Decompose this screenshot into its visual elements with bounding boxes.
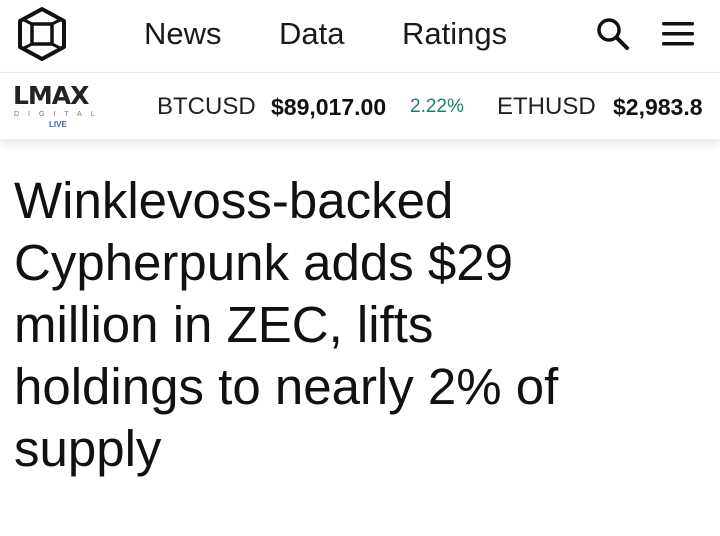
headline-line: Cypherpunk adds $29 xyxy=(14,234,514,291)
logo-icon[interactable] xyxy=(14,6,70,62)
page: News Data Ratings LMAX DIGITAL LIVE BTCU… xyxy=(0,0,720,536)
price-ticker: LMAX DIGITAL LIVE BTCUSD $89,017.00 2.22… xyxy=(0,72,720,139)
search-icon[interactable] xyxy=(596,17,630,51)
headline-line: holdings to nearly 2% of xyxy=(14,358,559,415)
headline-line: Winklevoss-backed xyxy=(14,172,454,229)
lmax-digital-text: DIGITAL xyxy=(14,111,104,118)
ticker-price-ethusd: $2,983.8 xyxy=(613,94,703,120)
headline-line: supply xyxy=(14,420,162,477)
top-navigation: News Data Ratings xyxy=(0,0,720,72)
ticker-change-btcusd: 2.22% xyxy=(410,96,464,117)
article-headline: Winklevoss-backed Cypherpunk adds $29 mi… xyxy=(14,170,704,480)
menu-icon[interactable] xyxy=(660,19,696,49)
lmax-digital-logo[interactable]: LMAX DIGITAL LIVE xyxy=(13,82,113,130)
nav-data[interactable]: Data xyxy=(279,14,344,54)
headline-line: million in ZEC, lifts xyxy=(14,296,434,353)
ticker-symbol-btcusd[interactable]: BTCUSD xyxy=(157,92,256,122)
lmax-live-text: LIVE xyxy=(49,120,67,129)
ticker-price-btcusd: $89,017.00 xyxy=(271,94,387,120)
ticker-symbol-ethusd[interactable]: ETHUSD xyxy=(497,92,596,122)
nav-ratings[interactable]: Ratings xyxy=(402,14,507,54)
nav-news[interactable]: News xyxy=(144,14,222,54)
lmax-wordmark: LMAX xyxy=(13,81,89,110)
